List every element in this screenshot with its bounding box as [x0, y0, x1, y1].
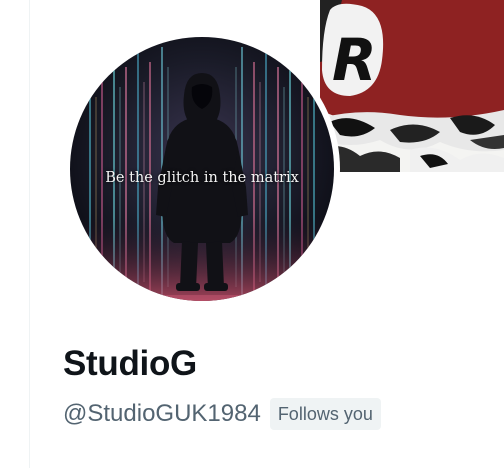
follows-you-badge: Follows you: [269, 398, 381, 430]
banner-letter: R: [332, 26, 377, 94]
display-name: StudioG: [63, 344, 197, 383]
user-handle: @StudioGUK1984: [63, 400, 261, 427]
avatar-image: Be the glitch in the matrix: [70, 37, 334, 301]
handle-row: @StudioGUK1984 Follows you: [63, 396, 381, 432]
avatar-caption: Be the glitch in the matrix: [105, 170, 299, 186]
profile-page: R Be the glitch in the matrix StudioG @S…: [0, 0, 504, 468]
timeline-border: [29, 0, 30, 468]
banner-image: R: [320, 0, 504, 172]
profile-avatar[interactable]: Be the glitch in the matrix: [64, 31, 340, 307]
profile-banner[interactable]: R: [320, 0, 504, 172]
